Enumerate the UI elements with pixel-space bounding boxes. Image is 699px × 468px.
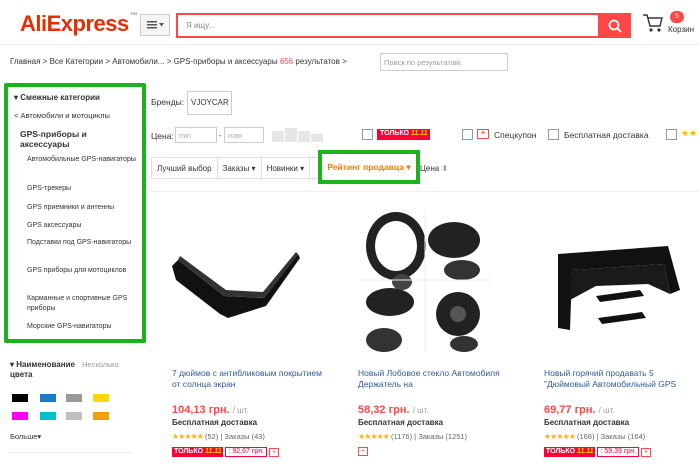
coupon-label[interactable]: Спецкупон xyxy=(494,130,536,140)
hamburger-icon xyxy=(146,21,157,29)
category-parent-link[interactable]: < Автомобили и мотоциклы xyxy=(14,111,110,121)
color-swatch-cyan[interactable] xyxy=(40,412,56,420)
product-promo: ТОЛЬКО 11.11 : 59,39 грн. + xyxy=(544,447,652,457)
color-swatch-silver[interactable] xyxy=(66,412,82,420)
chevron-down-icon xyxy=(158,23,164,27)
rating-stars-icon: ★★★★★ xyxy=(172,432,204,441)
color-filter-hint: Несколько xyxy=(82,360,119,369)
product-price: 58,32 грн. / шт. xyxy=(358,404,429,416)
category-item[interactable]: GPS приемники и антенны xyxy=(27,203,137,213)
color-swatch-orange[interactable] xyxy=(93,412,109,420)
product-promo: + xyxy=(358,447,368,456)
product-rating[interactable]: ★★★★★ (168) | Заказы (164) xyxy=(544,432,645,441)
brand-filter-vjoycar[interactable]: VJOYCAR xyxy=(187,91,232,115)
cart-button[interactable] xyxy=(642,13,664,35)
coupon-icon: + xyxy=(269,447,280,457)
related-categories-title[interactable]: ▾ Смежные категории xyxy=(14,93,100,102)
product-image-gps-visor[interactable] xyxy=(548,240,688,340)
brand-label: Бренды: xyxy=(151,97,185,107)
search-button[interactable] xyxy=(598,13,631,38)
product-shipping: Бесплатная доставка xyxy=(544,418,630,427)
rating-stars-icon: ★★★★★ xyxy=(544,432,576,441)
rating-checkbox[interactable] xyxy=(666,129,677,140)
product-image-sunshade[interactable] xyxy=(168,240,302,336)
product-rating[interactable]: ★★★★★ (52) | Заказы (43) xyxy=(172,432,265,441)
category-item[interactable]: GPS аксессуары xyxy=(27,221,137,231)
sidebar-divider xyxy=(8,452,132,453)
sort-price[interactable]: Цена ⬍ xyxy=(420,164,448,173)
only-1111-checkbox[interactable] xyxy=(362,129,373,140)
aliexpress-logo[interactable]: AliExpress™ xyxy=(20,11,138,37)
only-1111-badge[interactable]: ТОЛЬКО 11.11 xyxy=(377,129,431,140)
color-swatch-blue[interactable] xyxy=(40,394,56,402)
color-swatch-magenta[interactable] xyxy=(12,412,28,420)
cart-icon xyxy=(643,14,663,32)
more-colors-link[interactable]: Больше▾ xyxy=(10,432,41,441)
sort-orders[interactable]: Заказы ▾ xyxy=(218,158,262,178)
sort-divider xyxy=(150,191,699,192)
color-swatch-yellow[interactable] xyxy=(93,394,109,402)
color-swatch-black[interactable] xyxy=(12,394,28,402)
results-count: 656 xyxy=(279,57,294,66)
sort-seller-rating[interactable]: Рейтинг продавца ▾ xyxy=(318,150,420,184)
category-item[interactable]: Автомобильные GPS-навигаторы xyxy=(27,155,137,165)
category-item[interactable]: Морские GPS-навигаторы xyxy=(27,322,137,332)
product-price: 104,13 грн. / шт. xyxy=(172,404,249,416)
price-min-input[interactable]: min xyxy=(175,127,217,143)
search-icon xyxy=(608,19,622,33)
price-max-input[interactable]: max xyxy=(224,127,264,143)
free-shipping-label[interactable]: Бесплатная доставка xyxy=(564,130,649,140)
product-rating[interactable]: ★★★★★ (1176) | Заказы (1251) xyxy=(358,432,467,441)
sort-newest[interactable]: Новинки ▾ xyxy=(262,158,311,178)
cart-label[interactable]: Корзин xyxy=(668,25,694,34)
related-categories-panel: ▾ Смежные категории < Автомобили и мотоц… xyxy=(4,83,146,343)
product-shipping: Бесплатная доставка xyxy=(172,418,258,427)
results-label: результатов > xyxy=(295,57,347,66)
product-image-windshield-mount[interactable] xyxy=(360,210,490,352)
search-input[interactable]: Я ищу... xyxy=(176,13,600,38)
category-current: GPS-приборы и аксессуары xyxy=(20,129,87,149)
color-filter-title[interactable]: ▾ Наименование цвета xyxy=(10,360,76,380)
cart-count-badge: 5 xyxy=(670,11,684,23)
breadcrumb-path[interactable]: Главная > Все Категории > Автомобили... … xyxy=(10,57,278,66)
coupon-icon: + xyxy=(641,447,652,457)
breadcrumb[interactable]: Главная > Все Категории > Автомобили... … xyxy=(10,57,347,66)
product-title[interactable]: 7 дюймов с антибликовым покрытием от сол… xyxy=(172,368,324,390)
free-shipping-checkbox[interactable] xyxy=(548,129,559,140)
category-item[interactable]: GPS-трекеры xyxy=(27,184,137,194)
coupon-icon: + xyxy=(477,129,489,139)
search-in-results-input[interactable]: Поиск по результатам. xyxy=(380,53,508,71)
coupon-icon: + xyxy=(358,447,368,456)
header-divider xyxy=(0,44,699,45)
product-title[interactable]: Новый Лобовое стекло Автомобиля Держател… xyxy=(358,368,510,390)
category-item[interactable]: GPS приборы для мотоциклов xyxy=(27,266,137,276)
color-swatch-gray[interactable] xyxy=(66,394,82,402)
product-promo: ТОЛЬКО 11.11 : 92,67 грн. + xyxy=(172,447,280,457)
sort-best-match[interactable]: Лучший выбор xyxy=(152,158,218,178)
rating-star-icon: ★★ xyxy=(681,128,698,138)
price-histogram xyxy=(272,128,323,142)
product-title[interactable]: Новый горячий продавать 5 "Дюймовый Авто… xyxy=(544,368,696,390)
category-item[interactable]: Карманные и спортивные GPS приборы xyxy=(27,294,137,314)
category-menu-button[interactable] xyxy=(140,14,170,36)
price-label: Цена: xyxy=(151,131,174,141)
category-item[interactable]: Подставки под GPS-навигаторы xyxy=(27,238,137,248)
product-shipping: Бесплатная доставка xyxy=(358,418,444,427)
price-dash: - xyxy=(219,131,222,140)
coupon-checkbox[interactable] xyxy=(462,129,473,140)
rating-stars-icon: ★★★★★ xyxy=(358,432,390,441)
product-price: 69,77 грн. / шт. xyxy=(544,404,615,416)
